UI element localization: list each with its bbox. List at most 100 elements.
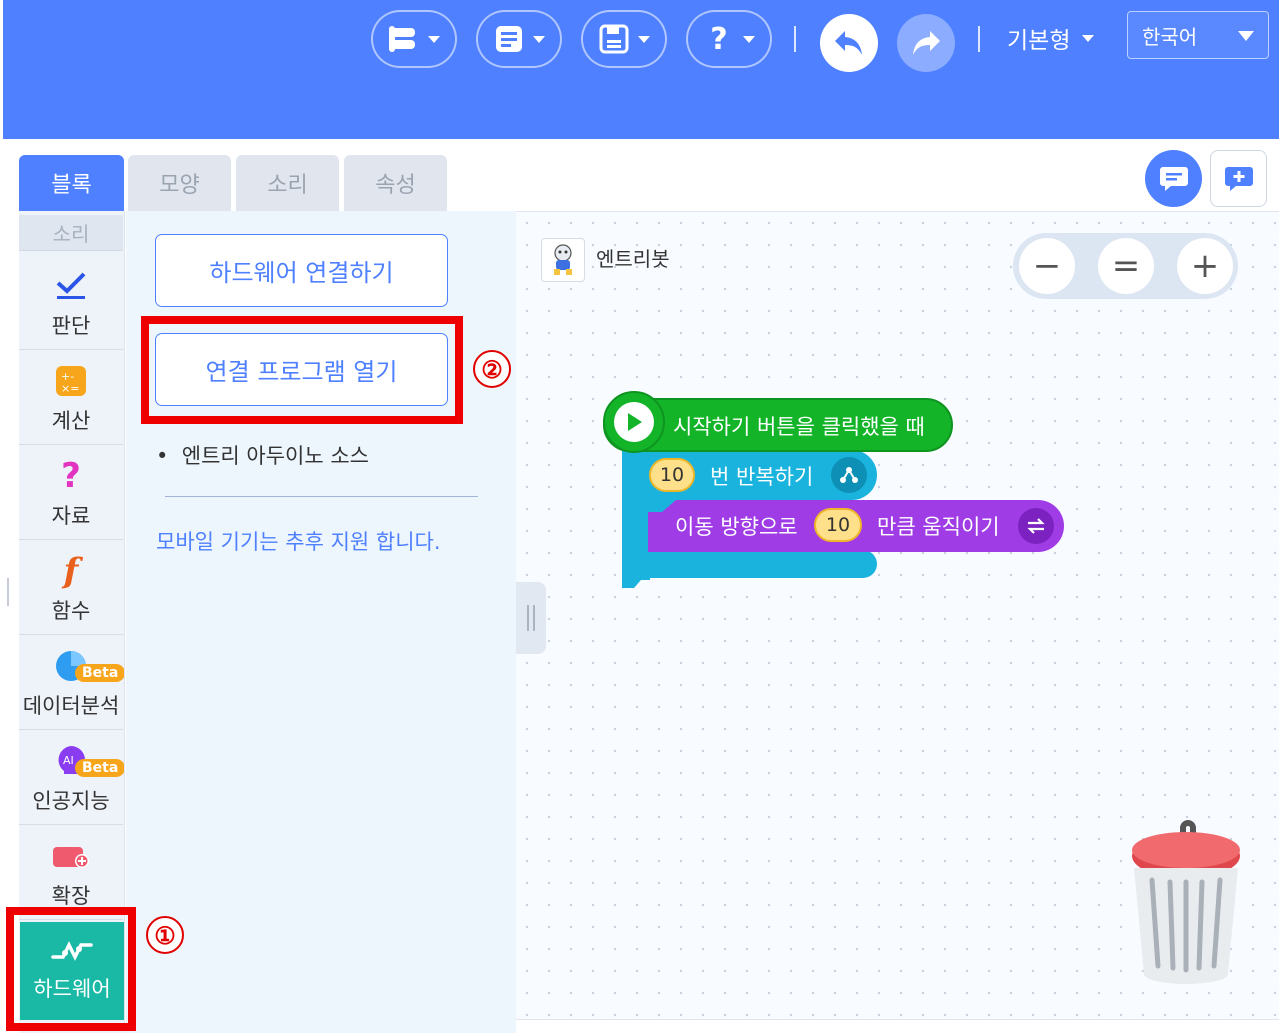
add-comment-icon	[1224, 166, 1253, 191]
step2-marker: ②	[473, 350, 511, 388]
calculator-icon: +- ×=	[51, 361, 91, 401]
category-label: 자료	[51, 503, 91, 528]
tab-label: 블록	[51, 173, 92, 198]
move-label-after: 만큼 움직이기	[877, 515, 1000, 539]
question-icon: ?	[61, 455, 81, 496]
mode-label: 기본형	[1007, 28, 1071, 54]
ai-head-icon: AI Beta	[51, 741, 124, 781]
tab-sounds[interactable]: 소리	[236, 155, 339, 211]
dropdown-arrow-icon	[1238, 31, 1254, 41]
pie-chart-icon: Beta	[51, 646, 124, 686]
chevron-down-icon	[1082, 34, 1095, 42]
mode-selector[interactable]: 기본형	[1007, 18, 1095, 58]
step1-marker: ①	[146, 916, 184, 954]
play-icon	[628, 413, 642, 431]
move-arrows-icon	[1018, 508, 1054, 544]
category-ai[interactable]: AI Beta 인공지능	[19, 731, 124, 825]
svg-text:×=: ×=	[61, 382, 79, 395]
zoom-controls: − = +	[1013, 233, 1238, 299]
grip-line	[533, 605, 535, 631]
chevron-down-icon	[638, 35, 650, 43]
zoom-in-button[interactable]: +	[1177, 238, 1233, 294]
button-label: 하드웨어 연결하기	[209, 259, 394, 287]
beta-badge: Beta	[75, 758, 124, 777]
entrybot-icon	[554, 244, 572, 275]
object-thumbnail[interactable]	[541, 238, 585, 282]
project-menu-button[interactable]	[371, 10, 457, 68]
mobile-support-note: 모바일 기기는 추후 지원 합니다.	[156, 530, 441, 554]
category-calculation[interactable]: +- ×= 계산	[19, 351, 123, 445]
category-label: 소리	[52, 222, 90, 246]
zoom-out-button[interactable]: −	[1019, 238, 1075, 294]
language-label: 한국어	[1142, 24, 1198, 49]
entry-editor: ? 기본형 한국어 블록 모양 소리 속성 소리 판단 +- ×= 계산 ? 자…	[0, 0, 1279, 1033]
add-comment-button[interactable]	[1210, 150, 1267, 207]
move-value: 10	[825, 514, 851, 536]
block-notch	[648, 500, 676, 512]
start-play-button	[603, 391, 665, 453]
tab-label: 소리	[267, 173, 308, 198]
tab-properties[interactable]: 속성	[344, 155, 447, 211]
source-list-item[interactable]: • 엔트리 아두이노 소스	[156, 440, 369, 470]
language-select[interactable]: 한국어	[1127, 11, 1269, 59]
chat-icon	[1159, 166, 1188, 191]
category-data[interactable]: ? 자료	[19, 446, 123, 540]
minus-icon: −	[1032, 246, 1062, 286]
beta-badge: Beta	[75, 663, 124, 682]
tab-label: 속성	[375, 173, 416, 198]
extension-icon	[51, 836, 91, 876]
chat-button[interactable]	[1145, 150, 1202, 207]
tab-blocks[interactable]: 블록	[19, 155, 124, 211]
project-menu-icon	[388, 23, 420, 55]
equals-icon: =	[1111, 246, 1141, 286]
category-function[interactable]: f 함수	[19, 541, 123, 635]
tab-label: 모양	[159, 173, 200, 198]
top-toolbar: ? 기본형 한국어	[3, 0, 1279, 139]
category-label: 인공지능	[32, 788, 110, 813]
palette-resize-handle[interactable]	[516, 582, 546, 654]
toolbar-divider	[978, 26, 980, 52]
repeat-count-input[interactable]: 10	[649, 458, 695, 492]
document-icon	[493, 23, 525, 55]
category-label: 확장	[51, 883, 91, 908]
svg-text:AI: AI	[63, 754, 74, 767]
tab-shapes[interactable]: 모양	[128, 155, 231, 211]
move-value-input[interactable]: 10	[814, 508, 862, 542]
repeat-label: 번 반복하기	[710, 465, 814, 489]
chevron-down-icon	[428, 35, 440, 43]
zoom-reset-button[interactable]: =	[1098, 238, 1154, 294]
highlight-box-step2	[141, 316, 463, 424]
divider	[516, 1019, 1279, 1020]
trash-can-icon[interactable]	[1128, 818, 1244, 986]
save-menu-button[interactable]	[581, 10, 667, 68]
undo-icon	[835, 31, 862, 55]
category-data-analysis[interactable]: Beta 데이터분석	[19, 636, 124, 730]
category-label: 함수	[51, 598, 91, 623]
grip-line	[527, 605, 529, 631]
redo-button[interactable]	[897, 14, 955, 72]
highlight-box-step1	[6, 907, 136, 1031]
function-icon: f	[63, 550, 79, 591]
connect-hardware-button[interactable]: 하드웨어 연결하기	[155, 234, 448, 307]
block-notch	[622, 574, 646, 588]
category-label: 계산	[51, 408, 91, 433]
start-label: 시작하기 버튼을 클릭했을 때	[673, 415, 925, 439]
toolbar-divider	[794, 26, 796, 52]
category-label: 판단	[51, 313, 91, 338]
undo-button[interactable]	[820, 14, 878, 72]
chevron-down-icon	[743, 35, 755, 43]
panel-edge	[7, 578, 9, 606]
plus-icon: +	[1190, 246, 1220, 286]
source-item-label: 엔트리 아두이노 소스	[181, 444, 369, 468]
category-label: 데이터분석	[22, 693, 120, 718]
category-extension[interactable]: 확장	[19, 826, 123, 920]
help-menu-button[interactable]: ?	[686, 10, 772, 68]
document-menu-button[interactable]	[476, 10, 562, 68]
repeat-count: 10	[659, 464, 685, 486]
save-icon	[598, 23, 630, 55]
category-sound[interactable]: 소리	[19, 215, 123, 251]
object-name: 엔트리봇	[596, 247, 670, 271]
category-judgement[interactable]: 판단	[19, 256, 123, 350]
help-icon: ?	[710, 21, 728, 57]
move-label-before: 이동 방향으로	[675, 515, 798, 539]
